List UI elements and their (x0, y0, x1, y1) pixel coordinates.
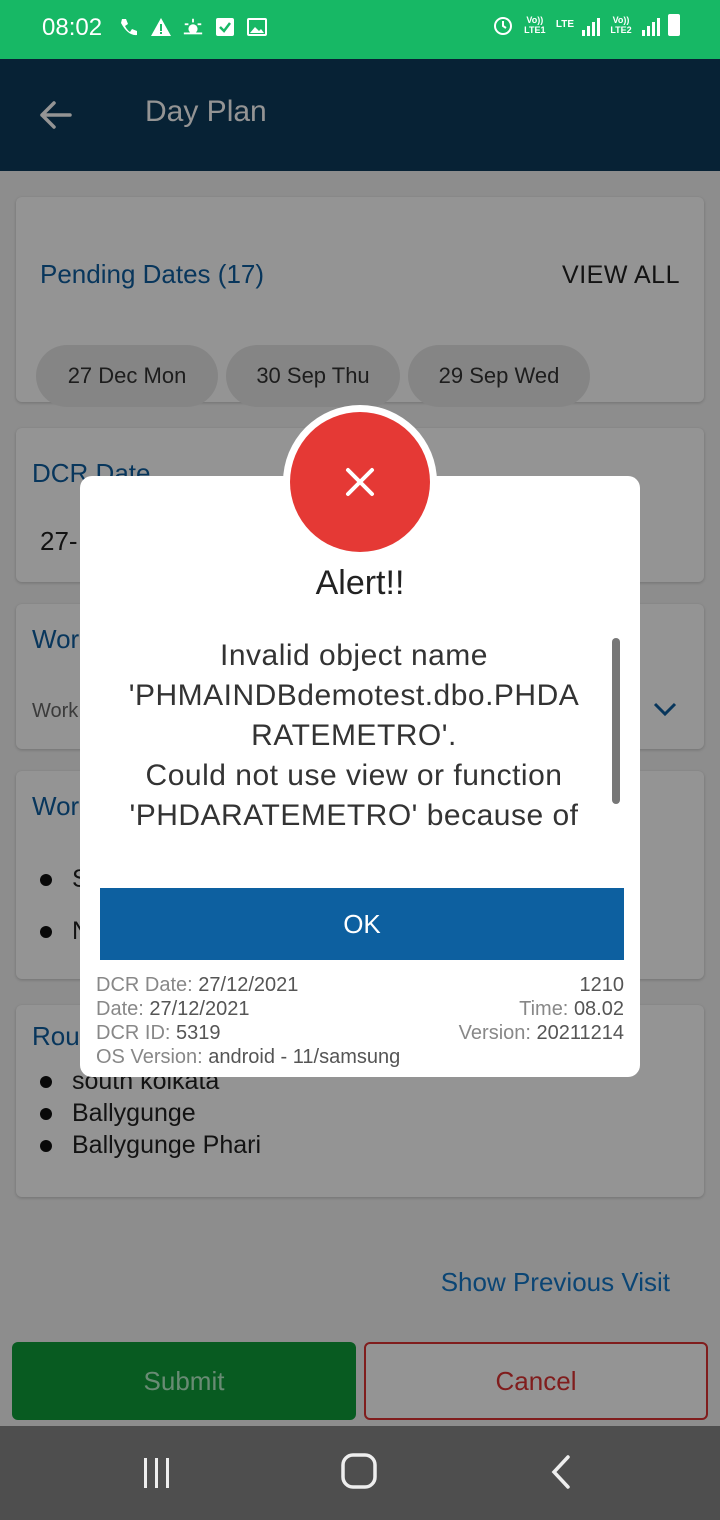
meta-version: Version: 20211214 (458, 1022, 624, 1044)
back-icon[interactable] (546, 1454, 576, 1494)
alert-dialog: Alert!! Invalid object name 'PHMAINDBdem… (80, 476, 640, 1077)
alert-title: Alert!! (315, 564, 405, 602)
status-time: 08:02 (42, 14, 103, 41)
recent-apps-icon[interactable] (140, 1456, 174, 1494)
volte-lte2-icon: Vo)) LTE2 (610, 15, 632, 35)
alarm-icon (492, 14, 514, 36)
image-icon (246, 16, 268, 38)
checkbox-icon (214, 16, 236, 38)
meta-dcr-date: DCR Date: 27/12/2021 (96, 974, 299, 996)
meta-code: 1210 (579, 974, 625, 996)
battery-icon (668, 14, 680, 36)
error-icon (290, 412, 430, 552)
volte-lte1-icon: Vo)) LTE1 (524, 15, 546, 35)
system-nav-bar (0, 1426, 720, 1520)
meta-time: Time: 08.02 (519, 998, 624, 1020)
signal-icon (582, 14, 600, 36)
message-scrollbar[interactable] (612, 638, 620, 804)
meta-dcr-id: DCR ID: 5319 (96, 1022, 221, 1044)
weather-icon (182, 16, 204, 38)
home-icon[interactable] (340, 1452, 378, 1494)
alert-message: Invalid object name 'PHMAINDBdemotest.db… (128, 639, 580, 832)
ok-button[interactable]: OK (100, 888, 624, 960)
warning-icon (150, 16, 172, 38)
lte-icon: LTE (555, 19, 574, 30)
signal-icon (642, 14, 660, 36)
meta-date: Date: 27/12/2021 (96, 998, 250, 1020)
wifi-call-icon (118, 16, 140, 38)
meta-os-version: OS Version: android - 11/samsung (96, 1046, 401, 1068)
status-bar: 08:02 Vo)) LTE1 LTE Vo)) LTE2 (0, 0, 720, 59)
